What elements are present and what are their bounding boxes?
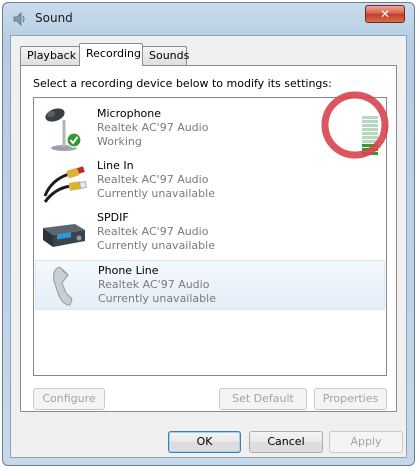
phone-handset-icon <box>53 266 73 306</box>
title-bar[interactable]: Sound ✕ <box>3 3 414 33</box>
instructions-text: Select a recording device below to modif… <box>33 77 332 90</box>
tab-recording[interactable]: Recording <box>79 43 143 66</box>
apply-button[interactable]: Apply <box>329 431 403 453</box>
device-status: Currently unavailable <box>97 239 215 252</box>
level-meter-bar <box>362 136 378 139</box>
window-title: Sound <box>35 11 73 25</box>
close-button[interactable]: ✕ <box>365 5 405 23</box>
tab-playback[interactable]: Playback <box>20 46 80 65</box>
recording-tab-page: Select a recording device below to modif… <box>20 65 397 412</box>
device-name: Line In <box>97 159 134 172</box>
level-meter-bar <box>362 116 378 119</box>
level-meter-bar <box>362 132 378 135</box>
sound-dialog: Sound ✕ Playback Recording Sounds Select… <box>2 2 415 466</box>
set-default-button[interactable]: Set Default <box>219 388 307 410</box>
properties-button[interactable]: Properties <box>314 388 387 410</box>
speaker-icon <box>13 12 25 26</box>
level-meter-bar <box>362 124 378 127</box>
digital-device-icon <box>43 224 85 247</box>
rca-cable-icon <box>43 166 87 203</box>
cancel-button[interactable]: Cancel <box>249 431 323 453</box>
level-meter-bar <box>362 120 378 123</box>
level-meter-bar <box>362 140 378 143</box>
device-driver: Realtek AC'97 Audio <box>97 225 209 238</box>
device-driver: Realtek AC'97 Audio <box>97 173 209 186</box>
level-meter-bar <box>362 148 378 151</box>
level-meter-bar <box>362 152 378 155</box>
level-meter-bar <box>362 144 378 147</box>
device-name: Phone Line <box>98 264 159 277</box>
close-icon: ✕ <box>379 7 391 21</box>
device-status: Currently unavailable <box>97 187 215 200</box>
device-list[interactable]: Microphone Realtek AC'97 Audio Working L… <box>33 97 387 376</box>
device-name: SPDIF <box>97 211 129 224</box>
tab-sounds[interactable]: Sounds <box>142 46 189 65</box>
microphone-icon <box>45 108 82 151</box>
level-meter-bar <box>362 128 378 131</box>
configure-button[interactable]: Configure <box>33 388 105 410</box>
device-status: Currently unavailable <box>98 292 216 305</box>
device-name: Microphone <box>97 107 162 120</box>
device-item-line-in[interactable]: Line In Realtek AC'97 Audio Currently un… <box>35 156 385 206</box>
dialog-body: Playback Recording Sounds Select a recor… <box>10 35 407 458</box>
device-driver: Realtek AC'97 Audio <box>98 278 210 291</box>
device-item-spdif[interactable]: SPDIF Realtek AC'97 Audio Currently unav… <box>35 208 385 258</box>
device-item-phone-line[interactable]: Phone Line Realtek AC'97 Audio Currently… <box>35 260 385 310</box>
input-level-meter <box>362 116 378 156</box>
device-status: Working <box>97 135 142 148</box>
device-driver: Realtek AC'97 Audio <box>97 121 209 134</box>
ok-button[interactable]: OK <box>168 431 241 453</box>
device-item-microphone[interactable]: Microphone Realtek AC'97 Audio Working <box>35 104 385 156</box>
